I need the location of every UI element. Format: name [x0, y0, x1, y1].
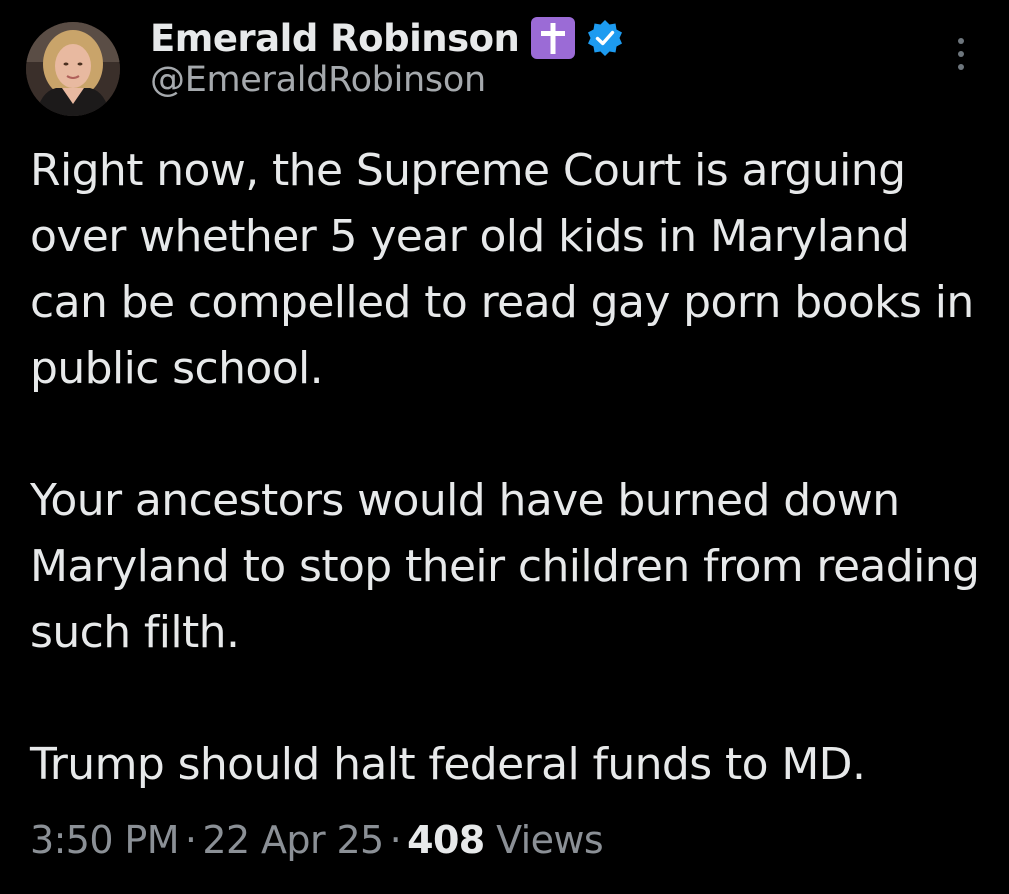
avatar[interactable] [26, 22, 120, 116]
dot [958, 38, 964, 44]
tweet-paragraph-3: Trump should halt federal funds to MD. [30, 739, 866, 790]
author-names: Emerald Robinson @EmeraldRobinson [150, 17, 625, 100]
tweet-header: Emerald Robinson @EmeraldRobinson [26, 17, 986, 120]
view-count: 408 [407, 818, 485, 862]
tweet-text: Right now, the Supreme Court is arguing … [30, 138, 990, 798]
separator: · [184, 818, 197, 862]
tweet-metadata: 3:50 PM · 22 Apr 25 · 408 Views [30, 818, 604, 862]
tweet-paragraph-2: Your ancestors would have burned down Ma… [30, 475, 980, 658]
display-name[interactable]: Emerald Robinson [150, 17, 520, 60]
tweet-date[interactable]: 22 Apr 25 [202, 818, 384, 862]
separator: · [389, 818, 402, 862]
cross-emoji-icon [531, 17, 576, 59]
verified-badge-icon[interactable] [585, 18, 625, 58]
tweet-paragraph-1: Right now, the Supreme Court is arguing … [30, 145, 974, 394]
views-label: Views [496, 818, 604, 862]
more-vertical-icon[interactable] [946, 34, 976, 74]
display-name-row: Emerald Robinson [150, 17, 625, 60]
dot [958, 51, 964, 57]
tweet-time[interactable]: 3:50 PM [30, 818, 180, 862]
handle[interactable]: @EmeraldRobinson [150, 60, 625, 100]
tweet: Emerald Robinson @EmeraldRobinson Right … [0, 0, 1009, 894]
dot [958, 64, 964, 70]
